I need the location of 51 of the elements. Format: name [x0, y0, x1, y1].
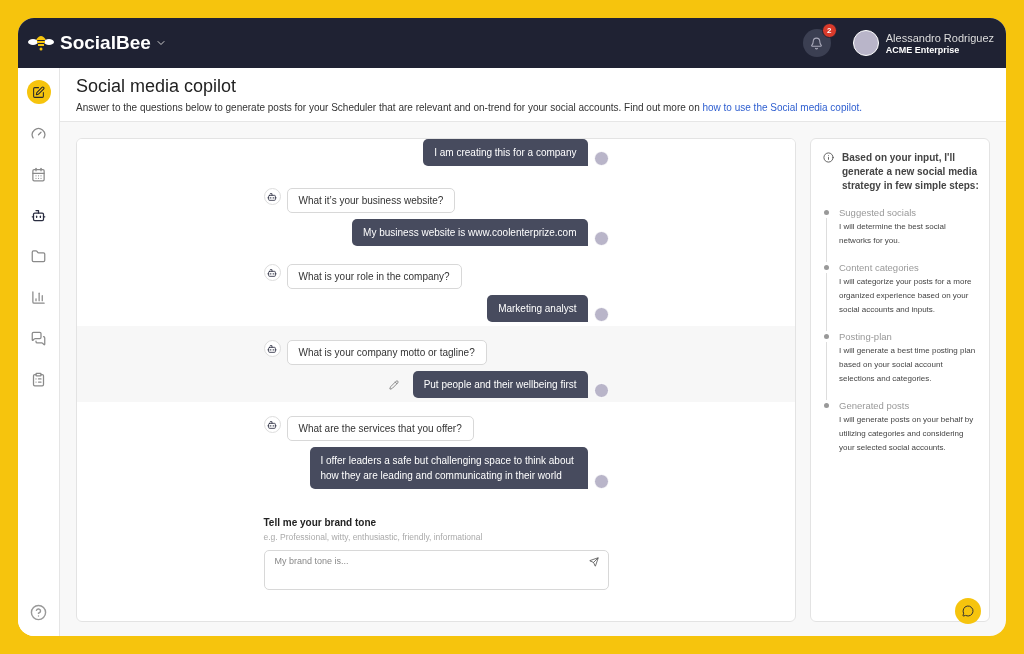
bot-message: What it’s your business website? — [286, 188, 456, 213]
step-dot — [823, 210, 829, 215]
chat-button[interactable] — [955, 598, 981, 624]
bot-message: What is your role in the company? — [286, 264, 462, 289]
bot-message: What are the services that you offer? — [286, 416, 474, 441]
compose-button[interactable] — [26, 80, 51, 104]
user-message: I offer leaders a safe but challenging space to think about how they are leading and communicating in their world — [309, 447, 588, 489]
step-dot — [823, 265, 829, 270]
bot-avatar-icon — [263, 188, 281, 205]
step-dot — [823, 403, 829, 408]
send-icon[interactable] — [588, 557, 599, 567]
notifications-button[interactable] — [802, 29, 831, 57]
company-name: ACME Enterprise — [885, 44, 961, 55]
brand-name[interactable]: SocialBee — [60, 32, 151, 54]
user-message: My business website is www.coolenterprize.com — [352, 219, 588, 246]
step-title: Generated posts — [839, 400, 911, 411]
bee-logo-icon — [28, 34, 54, 52]
info-intro: Based on your input, I'll generate a new social media strategy in few simple steps: — [842, 151, 979, 193]
user-avatar — [593, 383, 609, 398]
user-message: Put people and their wellbeing first — [412, 371, 588, 398]
brand-tone-input[interactable]: My brand tone is... — [263, 550, 609, 590]
user-avatar — [593, 231, 609, 246]
compose-icon — [32, 85, 45, 99]
user-avatar[interactable] — [852, 30, 879, 56]
user-message: Marketing analyst — [487, 295, 588, 322]
page-title: Social media copilot — [76, 76, 238, 97]
bot-message: What is your company motto or tagline? — [286, 340, 487, 365]
step-description: I will generate posts on your behalf by utilizing categories and considering your selected social accounts. — [839, 414, 975, 454]
user-message: I am creating this for a company — [423, 139, 588, 166]
bot-avatar-icon — [263, 264, 281, 281]
page-description: Answer to the questions below to generate posts for your Scheduler that are relevant and on-trend for your social accounts. Find out more on how to use the Social media copilot. — [76, 102, 863, 113]
step-title: Suggested socials — [839, 207, 918, 218]
step-title: Content categories — [839, 262, 920, 273]
step-dot — [823, 334, 829, 339]
user-avatar — [593, 307, 609, 322]
info-icon — [823, 152, 834, 163]
user-name: Alessandro Rodriguez — [885, 31, 994, 44]
user-avatar — [593, 474, 609, 489]
step-description: I will generate a best time posting plan based on your social account selections and categories. — [839, 345, 977, 385]
step-description: I will determine the best social networks for you. — [839, 221, 947, 247]
user-avatar — [593, 151, 609, 166]
prompt-hint: e.g. Professional, witty, enthusiastic, friendly, informational — [263, 532, 484, 542]
step-title: Posting-plan — [839, 331, 893, 342]
chat-bubble-icon — [962, 605, 974, 617]
bot-avatar-icon — [263, 340, 281, 357]
step-description: I will categorize your posts for a more organized experience based on your social accounts and inputs. — [839, 276, 973, 316]
prompt-title: Tell me your brand tone — [263, 517, 378, 528]
bell-icon — [810, 36, 824, 50]
edit-icon[interactable] — [388, 380, 399, 390]
bot-avatar-icon — [263, 416, 281, 433]
help-link[interactable]: how to use the Social media copilot. — [702, 102, 862, 113]
